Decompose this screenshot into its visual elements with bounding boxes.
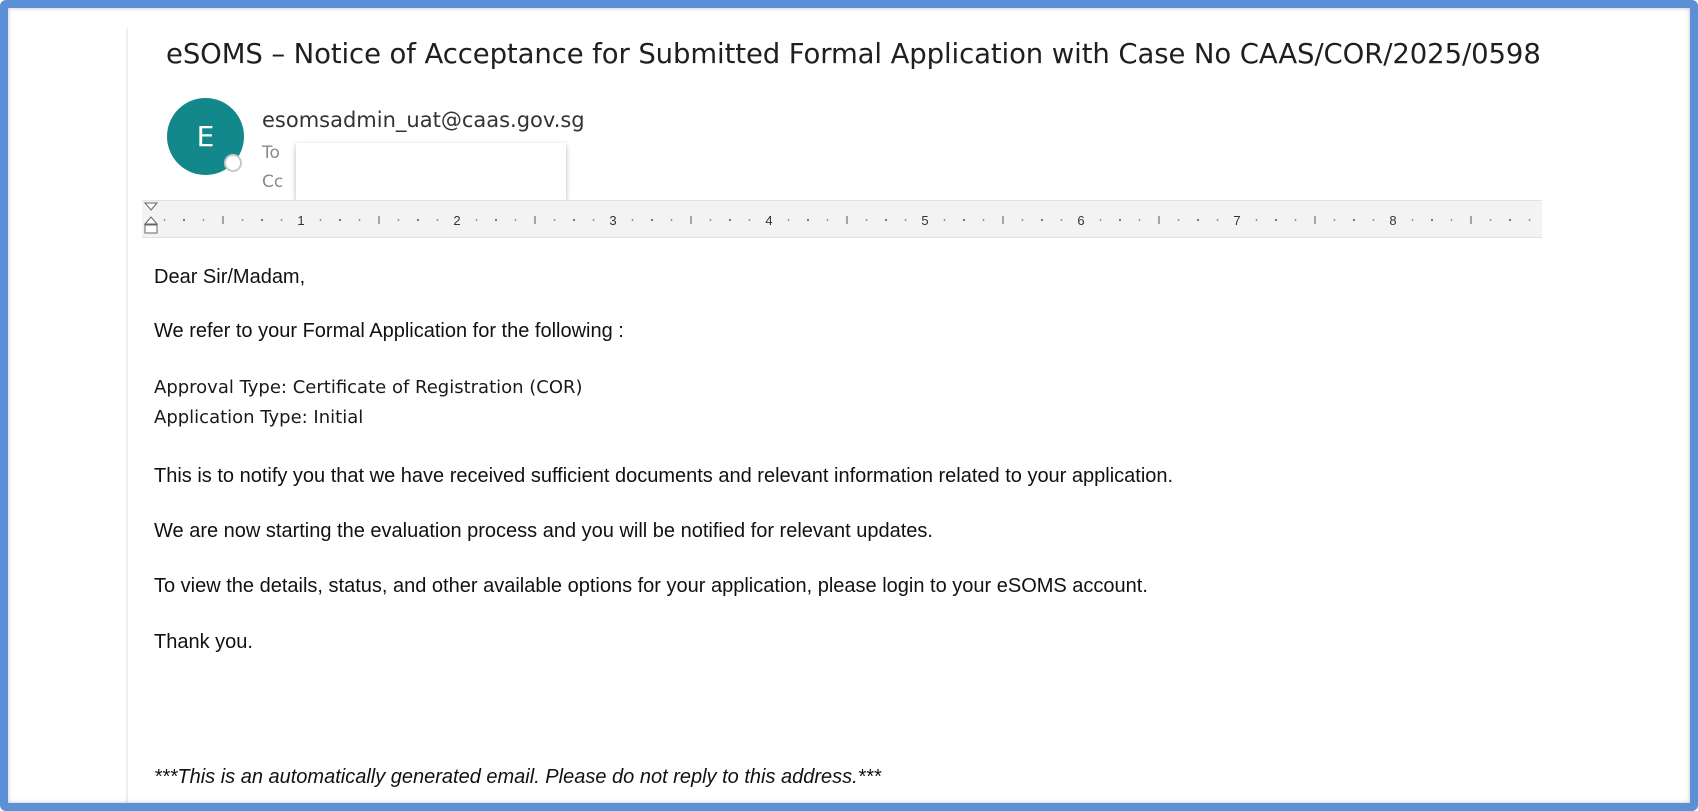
thanks-text: Thank you.	[154, 631, 253, 653]
screenshot-frame	[0, 0, 1698, 811]
ruler-eighth-tick	[1138, 219, 1141, 221]
ruler-eighth-tick	[1294, 219, 1297, 221]
ruler-eighth-tick	[1528, 219, 1531, 221]
ruler-quarter-tick	[183, 219, 185, 221]
ruler-quarter-tick	[261, 219, 263, 221]
email-subject: eSOMS – Notice of Acceptance for Submitt…	[166, 38, 1541, 70]
application-type-text: Application Type: Initial	[154, 407, 364, 428]
ruler-number: 5	[921, 213, 928, 228]
ruler-eighth-tick	[1450, 219, 1453, 221]
ruler-eighth-tick	[904, 219, 907, 221]
ruler-quarter-tick	[1353, 219, 1355, 221]
ruler-eighth-tick	[709, 219, 712, 221]
ruler-number: 7	[1233, 213, 1240, 228]
ruler-quarter-tick	[885, 219, 887, 221]
ruler-eighth-tick	[436, 219, 439, 221]
document-ruler[interactable]: 1 2 3 4 5 6 7 8	[142, 200, 1542, 238]
content-left-rule	[126, 28, 128, 811]
ruler-eighth-tick	[631, 219, 634, 221]
ruler-quarter-tick	[807, 219, 809, 221]
ruler-eighth-tick	[1489, 219, 1492, 221]
ruler-quarter-tick	[1509, 219, 1511, 221]
ruler-eighth-tick	[241, 219, 244, 221]
ruler-quarter-tick	[1041, 219, 1043, 221]
ruler-number: 1	[297, 213, 304, 228]
ruler-eighth-tick	[163, 219, 166, 221]
ruler-scale: 1 2 3 4 5 6 7 8	[143, 202, 1531, 234]
ruler-eighth-tick	[1177, 219, 1180, 221]
ruler-quarter-tick	[963, 219, 965, 221]
ruler-eighth-tick	[592, 219, 595, 221]
to-label: To	[262, 143, 280, 163]
ruler-quarter-tick	[1197, 219, 1199, 221]
intro-text: We refer to your Formal Application for …	[154, 320, 624, 342]
redacted-recipients-box	[296, 143, 566, 200]
sender-avatar-initial: E	[196, 120, 215, 153]
ruler-eighth-tick	[982, 219, 985, 221]
ruler-eighth-tick	[1060, 219, 1063, 221]
ruler-quarter-tick	[1431, 219, 1433, 221]
ruler-number: 4	[765, 213, 772, 228]
ruler-number: 3	[609, 213, 616, 228]
ruler-eighth-tick	[1372, 219, 1375, 221]
approval-type-text: Approval Type: Certificate of Registrati…	[154, 377, 583, 398]
ruler-eighth-tick	[202, 219, 205, 221]
ruler-eighth-tick	[1255, 219, 1258, 221]
ruler-eighth-tick	[826, 219, 829, 221]
ruler-eighth-tick	[358, 219, 361, 221]
presence-status-icon	[224, 154, 242, 172]
ruler-quarter-tick	[495, 219, 497, 221]
ruler-eighth-tick	[514, 219, 517, 221]
first-line-indent-marker[interactable]	[143, 202, 159, 211]
ruler-eighth-tick	[787, 219, 790, 221]
ruler-eighth-tick	[319, 219, 322, 221]
ruler-quarter-tick	[417, 219, 419, 221]
auto-generated-notice: ***This is an automatically generated em…	[154, 766, 882, 788]
ruler-eighth-tick	[1099, 219, 1102, 221]
ruler-eighth-tick	[1411, 219, 1414, 221]
ruler-eighth-tick	[670, 219, 673, 221]
hanging-indent-marker[interactable]	[143, 216, 159, 234]
ruler-eighth-tick	[1021, 219, 1024, 221]
ruler-number: 6	[1077, 213, 1084, 228]
ruler-eighth-tick	[865, 219, 868, 221]
ruler-number: 2	[453, 213, 460, 228]
ruler-quarter-tick	[1119, 219, 1121, 221]
cc-label: Cc	[262, 172, 284, 192]
login-paragraph: To view the details, status, and other a…	[154, 575, 1148, 597]
ruler-eighth-tick	[397, 219, 400, 221]
sender-address[interactable]: esomsadmin_uat@caas.gov.sg	[262, 108, 585, 132]
ruler-eighth-tick	[475, 219, 478, 221]
ruler-quarter-tick	[339, 219, 341, 221]
ruler-eighth-tick	[748, 219, 751, 221]
evaluation-paragraph: We are now starting the evaluation proce…	[154, 520, 933, 542]
ruler-eighth-tick	[553, 219, 556, 221]
ruler-number: 8	[1389, 213, 1396, 228]
notify-paragraph: This is to notify you that we have recei…	[154, 465, 1174, 487]
ruler-quarter-tick	[1275, 219, 1277, 221]
ruler-eighth-tick	[280, 219, 283, 221]
greeting-text: Dear Sir/Madam,	[154, 266, 306, 288]
ruler-eighth-tick	[1333, 219, 1336, 221]
ruler-eighth-tick	[1216, 219, 1219, 221]
ruler-quarter-tick	[651, 219, 653, 221]
ruler-eighth-tick	[943, 219, 946, 221]
ruler-quarter-tick	[729, 219, 731, 221]
ruler-quarter-tick	[573, 219, 575, 221]
